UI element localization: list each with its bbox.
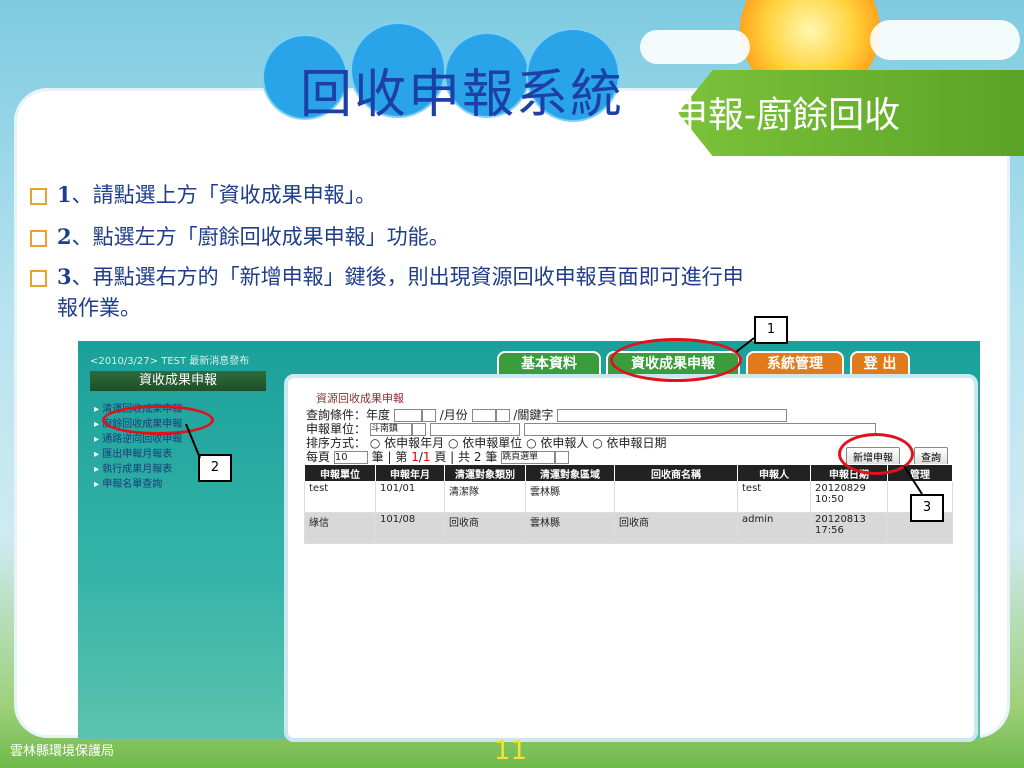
callout-connectors xyxy=(185,337,923,495)
connector-line-3 xyxy=(903,465,923,495)
page-number: 11 xyxy=(494,736,528,766)
footer-organization: 雲林縣環境保護局 xyxy=(10,744,115,759)
connector-line-2 xyxy=(185,423,201,459)
connector-line-1 xyxy=(735,337,755,353)
